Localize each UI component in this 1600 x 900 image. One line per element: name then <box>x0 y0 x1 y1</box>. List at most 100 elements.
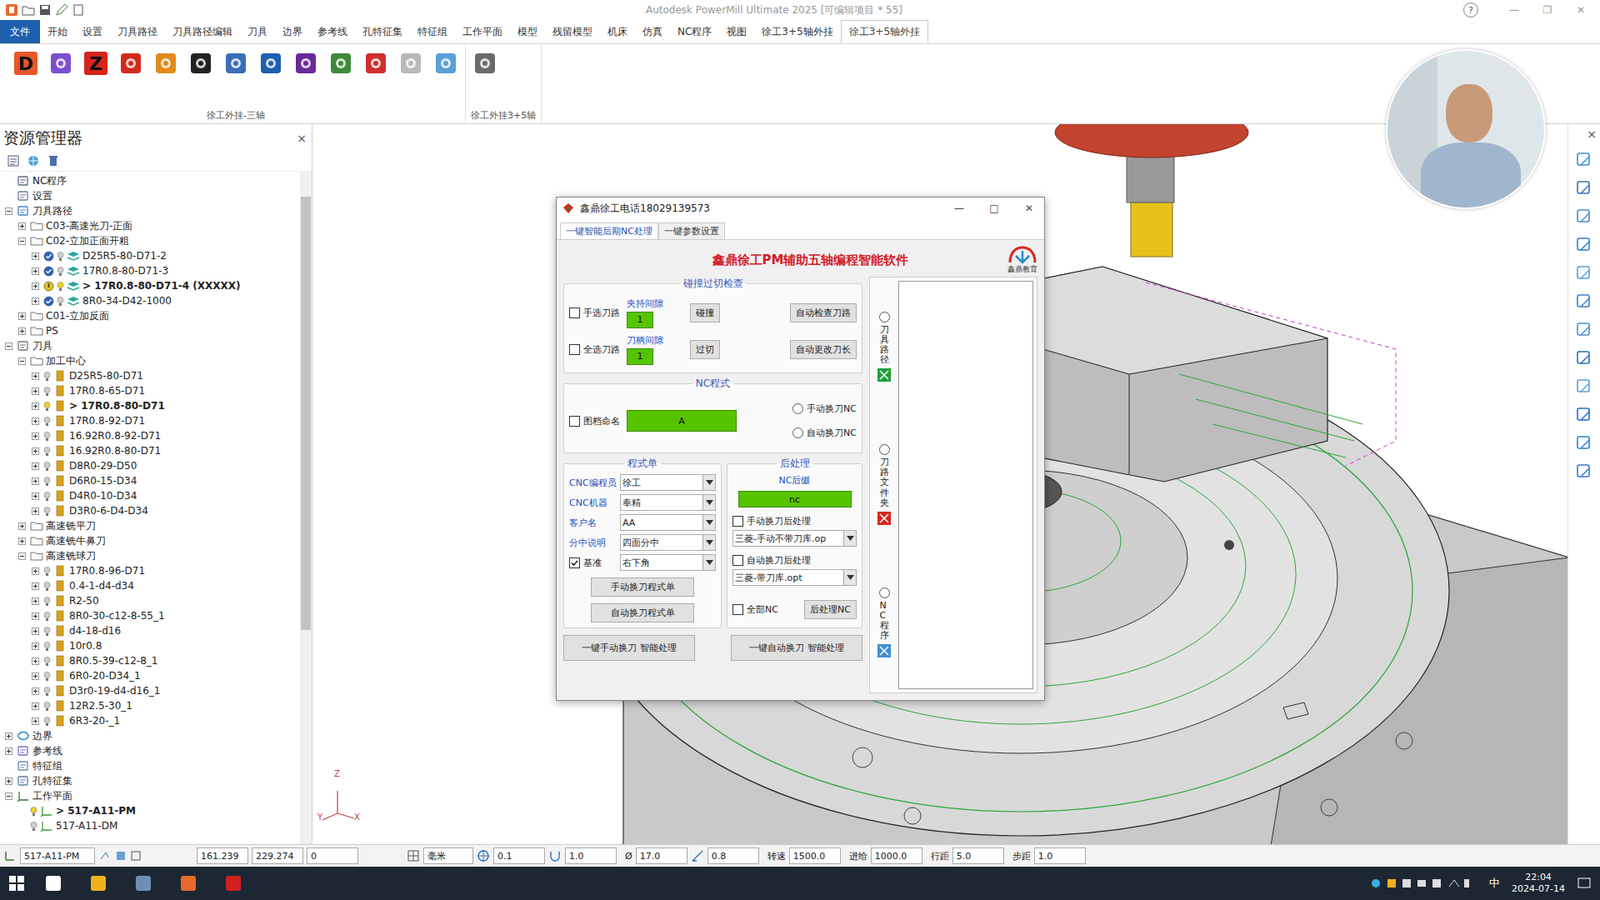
item-list[interactable] <box>898 280 1034 690</box>
ribbon-tab[interactable]: NC程序 <box>670 20 720 44</box>
status-field[interactable]: 0.1 <box>493 847 545 865</box>
units-select[interactable]: 毫米 <box>423 847 474 865</box>
notification-icon[interactable] <box>1576 875 1592 891</box>
tree-item[interactable]: D4R0-10-D34 <box>0 488 300 504</box>
ribbon-tab[interactable]: 孔特征集 <box>355 20 410 44</box>
ribbon-tab[interactable]: 仿真 <box>635 20 670 44</box>
tree-item[interactable]: 孔特征集 <box>0 773 300 789</box>
tree-item[interactable]: 8R0-34-D42-1000 <box>0 293 300 309</box>
view-tool-icon[interactable] <box>1575 207 1594 226</box>
expand-toggle[interactable] <box>31 447 41 455</box>
scrollbar[interactable] <box>300 171 312 845</box>
tree-item[interactable]: 8R0-30-c12-8-55_1 <box>0 608 300 624</box>
tree-item[interactable]: 边界 <box>0 728 300 744</box>
globe-icon[interactable] <box>26 154 40 168</box>
view-tool-icon[interactable] <box>1575 434 1594 453</box>
expand-toggle[interactable] <box>31 627 41 635</box>
status-field[interactable]: 5.0 <box>952 847 1005 865</box>
ribbon-tab[interactable]: 特征组 <box>410 20 455 44</box>
bulb-icon[interactable] <box>43 505 51 517</box>
ribbon-button[interactable]: Z <box>81 49 110 78</box>
checkbox[interactable]: 手动换刀后处理 <box>732 515 857 528</box>
ribbon-tab[interactable]: 参考线 <box>310 20 355 44</box>
view-tool-icon[interactable] <box>1575 235 1594 255</box>
ribbon-button[interactable] <box>396 49 425 78</box>
ribbon-tab[interactable]: 刀具路径 <box>110 20 165 44</box>
expand-toggle[interactable] <box>31 477 41 485</box>
taskbar-app[interactable] <box>126 866 160 900</box>
close-button[interactable]: × <box>296 131 307 145</box>
dialog-tab[interactable]: 一键参数设置 <box>658 222 725 240</box>
expand-toggle[interactable] <box>31 597 41 605</box>
tree-icon[interactable] <box>6 154 20 168</box>
expand-toggle[interactable] <box>31 672 41 680</box>
checkbox[interactable]: 基准 <box>569 556 618 570</box>
save-icon[interactable] <box>38 3 52 17</box>
ribbon-tab[interactable]: 徐工3+5轴外挂 <box>754 20 840 44</box>
bulb-icon[interactable] <box>56 295 65 307</box>
dialog-control[interactable]: □ <box>979 202 1010 215</box>
bulb-icon[interactable] <box>43 565 51 577</box>
view-tool-icon[interactable] <box>1575 292 1594 311</box>
auto-button[interactable]: 自动更改刀长 <box>790 340 857 360</box>
coordinate-field[interactable]: 0 <box>306 847 359 865</box>
ribbon-tab[interactable]: 视图 <box>719 20 755 44</box>
ribbon-tab[interactable]: 模型 <box>510 20 545 44</box>
tree-item[interactable]: 17R0.8-65-D71 <box>0 383 300 399</box>
bulb-icon[interactable] <box>43 430 51 442</box>
expand-toggle[interactable] <box>31 462 41 470</box>
coordinate-field[interactable]: 229.274 <box>251 847 304 865</box>
checkbox[interactable]: 全选刀路 <box>569 343 620 356</box>
expand-toggle[interactable] <box>18 222 28 230</box>
expand-toggle[interactable] <box>31 717 41 725</box>
dropdown[interactable]: 三菱-手动不带刀库.op <box>732 530 857 547</box>
view-tool-icon[interactable] <box>1575 462 1594 481</box>
tree-item[interactable]: 17R0.8-92-D71 <box>0 413 300 429</box>
checkbox[interactable]: 自动换刀后处理 <box>732 554 857 567</box>
ribbon-tab[interactable]: 残留模型 <box>545 20 600 44</box>
status-field[interactable]: 1000.0 <box>870 847 923 865</box>
coordinate-field[interactable]: 161.239 <box>196 847 249 865</box>
expand-toggle[interactable] <box>31 657 41 665</box>
tree-item[interactable]: 12R2.5-30_1 <box>0 698 300 714</box>
tree-item[interactable]: 高速铣球刀 <box>0 548 300 564</box>
view-tool-icon[interactable] <box>1575 377 1594 396</box>
tree-item[interactable]: 6R0-20-D34_1 <box>0 668 300 684</box>
bulb-icon[interactable] <box>43 580 51 592</box>
clock[interactable]: 22:042024-07-14 <box>1511 871 1565 896</box>
tree-item[interactable]: D25R5-80-D71 <box>0 368 300 384</box>
radio[interactable]: 手动换刀NC <box>792 402 857 415</box>
tree-item[interactable]: 特征组 <box>0 758 300 774</box>
tree-item[interactable]: 设置 <box>0 188 300 204</box>
trash-icon[interactable] <box>46 154 60 168</box>
tree-item[interactable]: 517-A11-DM <box>0 818 300 834</box>
sheet-button[interactable]: 手动换刀程式单 <box>590 577 695 597</box>
ribbon-tab[interactable]: 刀具 <box>240 20 275 44</box>
tree-item[interactable]: D8R0-29-D50 <box>0 458 300 474</box>
tree-item[interactable]: C01-立加反面 <box>0 308 300 324</box>
expand-toggle[interactable] <box>31 417 41 425</box>
source-icon[interactable] <box>876 643 892 659</box>
sheet-button[interactable]: 自动换刀程式单 <box>590 603 695 623</box>
tree-item[interactable]: 10r0.8 <box>0 638 300 654</box>
status-field[interactable]: 1.0 <box>565 847 617 865</box>
bulb-icon[interactable] <box>43 655 51 667</box>
bulb-icon[interactable] <box>43 490 51 502</box>
dropdown[interactable]: 右下角 <box>620 554 716 571</box>
bulb-icon[interactable] <box>43 370 51 382</box>
dropdown[interactable]: 四面分中 <box>620 534 716 551</box>
tree-item[interactable]: 高速铣平刀 <box>0 518 300 534</box>
tree-item[interactable]: 0.4-1-d4-d34 <box>0 578 300 594</box>
ribbon-button[interactable] <box>470 49 500 78</box>
expand-toggle[interactable] <box>31 507 41 515</box>
ribbon-button[interactable] <box>116 49 145 78</box>
bulb-icon[interactable] <box>43 400 51 412</box>
tray-icons[interactable] <box>1369 876 1478 890</box>
taskbar-app[interactable] <box>171 866 205 900</box>
view-tool-icon[interactable] <box>1575 179 1594 198</box>
bulb-icon[interactable] <box>43 625 51 637</box>
tree-item[interactable]: 高速铣牛鼻刀 <box>0 533 300 549</box>
tree-item[interactable]: 6R3-20-_1 <box>0 713 300 729</box>
tree-item[interactable]: 刀具 <box>0 338 300 354</box>
dialog-control[interactable]: ✕ <box>1014 202 1045 215</box>
